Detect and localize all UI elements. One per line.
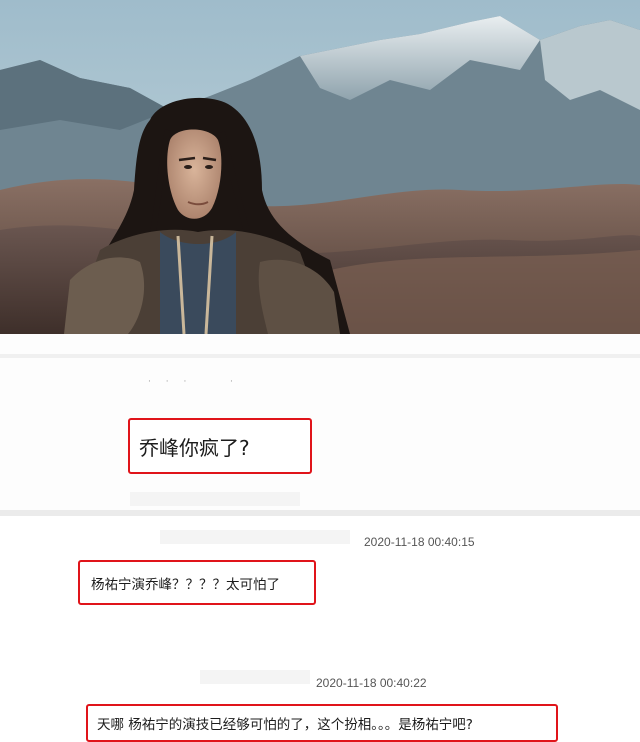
blurred-meta: · — [230, 377, 239, 387]
blurred-username — [200, 670, 310, 684]
blurred-username — [160, 530, 350, 544]
comment-text: 乔峰你疯了? — [139, 435, 250, 460]
highlighted-comment: 天哪 杨祐宁的演技已经够可怕的了，这个扮相。。。是杨祐宁吧? — [86, 704, 558, 742]
highlighted-comment: 乔峰你疯了? — [128, 418, 312, 474]
divider — [0, 354, 640, 358]
highlighted-comment: 杨祐宁演乔峰？？？？太可怕了 — [78, 560, 316, 605]
comment-text: 杨祐宁演乔峰？？？？太可怕了 — [91, 576, 280, 593]
blurred-username: · · · — [148, 377, 193, 387]
comment-timestamp: 2020-11-18 00:40:15 — [364, 535, 475, 549]
comment-text: 天哪 杨祐宁的演技已经够可怕的了，这个扮相。。。是杨祐宁吧? — [97, 717, 473, 733]
blurred-footer — [130, 492, 300, 506]
divider — [0, 510, 640, 516]
comment-timestamp: 2020-11-18 00:40:22 — [316, 676, 427, 690]
hero-photo — [0, 0, 640, 334]
comment-screenshot-1: · · · · — [0, 334, 640, 510]
